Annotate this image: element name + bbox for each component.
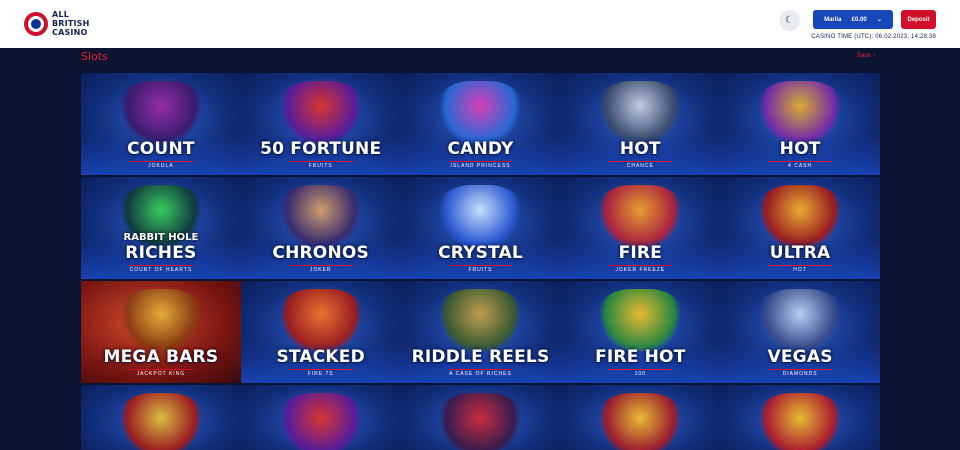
game-art <box>597 81 684 143</box>
game-title: RICHES <box>125 243 197 263</box>
game-tile[interactable] <box>240 385 401 450</box>
moon-icon: ☾ <box>785 15 794 26</box>
game-art <box>277 289 364 351</box>
game-art <box>757 393 844 450</box>
user-name: Mariia <box>824 16 842 23</box>
game-pretitle: RABBIT HOLE <box>123 232 199 243</box>
game-art <box>437 393 524 450</box>
game-art <box>437 81 524 143</box>
deposit-button[interactable]: Deposit <box>901 10 936 29</box>
game-art <box>757 81 844 143</box>
game-subtitle: DIAMONDS <box>782 371 818 377</box>
game-tile[interactable]: HOT 4 CASH <box>720 73 880 175</box>
game-subtitle: JACKPOT KING <box>136 371 186 377</box>
game-title: MEGA BARS <box>103 347 219 367</box>
balance-value: £0.00 <box>851 16 867 23</box>
game-title: HOT <box>619 139 661 159</box>
game-subtitle: HOT <box>793 267 807 273</box>
game-title: VEGAS <box>767 347 833 367</box>
game-title: CHRONOS <box>272 243 369 263</box>
game-art <box>597 393 684 450</box>
game-subtitle: FIRE 7S <box>307 371 334 377</box>
game-subtitle: JOKER FREEZE <box>615 267 666 273</box>
logo-line: CASINO <box>52 28 88 37</box>
game-tile[interactable]: VEGAS DIAMONDS <box>720 281 880 383</box>
game-tile[interactable]: FIRE JOKER FREEZE <box>560 177 721 279</box>
game-title: CANDY <box>447 139 514 159</box>
game-title: COUNT <box>127 139 195 159</box>
game-tile[interactable]: ULTRA HOT <box>720 177 880 279</box>
game-subtitle: 4 CASH <box>788 163 813 169</box>
chevron-down-icon: ⌄ <box>876 17 882 23</box>
back-link[interactable]: Back ‹ <box>857 53 876 59</box>
game-art <box>117 289 204 351</box>
game-subtitle: JOKER <box>309 267 332 273</box>
game-tile[interactable]: FIRE HOT 100 <box>560 281 721 383</box>
logo-line: ALL <box>52 10 69 19</box>
game-art <box>597 289 684 351</box>
game-title: FIRE <box>618 243 663 263</box>
logo-text: ALL BRITISH CASINO <box>52 10 90 37</box>
top-bar: ALL BRITISH CASINO ☾ Mariia £0.00 ⌄ Depo… <box>0 0 960 48</box>
game-art <box>437 289 524 351</box>
roundel-icon <box>24 11 48 36</box>
game-art <box>117 393 204 450</box>
game-art <box>277 393 364 450</box>
game-title: CRYSTAL <box>438 243 523 263</box>
game-subtitle: FRUITS <box>468 267 493 273</box>
game-subtitle: A CASE OF RICHES <box>449 371 512 377</box>
game-title: ULTRA <box>769 243 831 263</box>
theme-toggle-button[interactable]: ☾ <box>779 10 800 31</box>
game-tile[interactable] <box>81 385 241 450</box>
page-title: Slots <box>81 50 108 63</box>
game-art <box>277 81 364 143</box>
game-tile[interactable] <box>720 385 880 450</box>
game-subtitle: FRUITS <box>308 163 333 169</box>
game-tile[interactable]: CANDY ISLAND PRINCESS <box>400 73 561 175</box>
game-tile[interactable]: CHRONOS JOKER <box>240 177 401 279</box>
game-title: RIDDLE REELS <box>411 347 550 367</box>
game-tile[interactable]: RIDDLE REELS A CASE OF RICHES <box>400 281 561 383</box>
game-tile[interactable]: MEGA BARS JACKPOT KING <box>81 281 241 383</box>
game-grid: COUNT JOKULA 50 FORTUNE FRUITS CANDY ISL… <box>81 73 880 450</box>
game-title: FIRE HOT <box>595 347 686 367</box>
game-tile[interactable] <box>560 385 721 450</box>
game-tile[interactable]: HOT CHANCE <box>560 73 721 175</box>
game-tile[interactable]: CRYSTAL FRUITS <box>400 177 561 279</box>
logo-line: BRITISH <box>52 19 90 28</box>
account-balance-button[interactable]: Mariia £0.00 ⌄ <box>813 10 893 29</box>
game-tile[interactable]: COUNT JOKULA <box>81 73 241 175</box>
game-subtitle: 100 <box>634 371 646 377</box>
game-title: STACKED <box>276 347 365 367</box>
game-art <box>437 185 524 247</box>
casino-time: CASINO TIME (UTC): 06.02.2023, 14:28:38 <box>811 34 936 40</box>
game-subtitle: ISLAND PRINCESS <box>450 163 511 169</box>
game-art <box>277 185 364 247</box>
game-tile[interactable] <box>400 385 561 450</box>
game-art <box>597 185 684 247</box>
game-tile[interactable]: 50 FORTUNE FRUITS <box>240 73 401 175</box>
chevron-left-icon: ‹ <box>872 53 876 59</box>
game-art <box>117 81 204 143</box>
game-subtitle: JOKULA <box>148 163 174 169</box>
game-subtitle: COURT OF HEARTS <box>129 267 193 273</box>
game-title: HOT <box>779 139 821 159</box>
site-logo[interactable]: ALL BRITISH CASINO <box>24 10 90 37</box>
game-subtitle: CHANCE <box>626 163 654 169</box>
game-art <box>757 185 844 247</box>
game-tile[interactable]: STACKED FIRE 7S <box>240 281 401 383</box>
back-label: Back <box>857 53 871 59</box>
game-art <box>757 289 844 351</box>
game-tile[interactable]: RABBIT HOLE RICHES COURT OF HEARTS <box>81 177 241 279</box>
game-title: 50 FORTUNE <box>260 139 382 159</box>
